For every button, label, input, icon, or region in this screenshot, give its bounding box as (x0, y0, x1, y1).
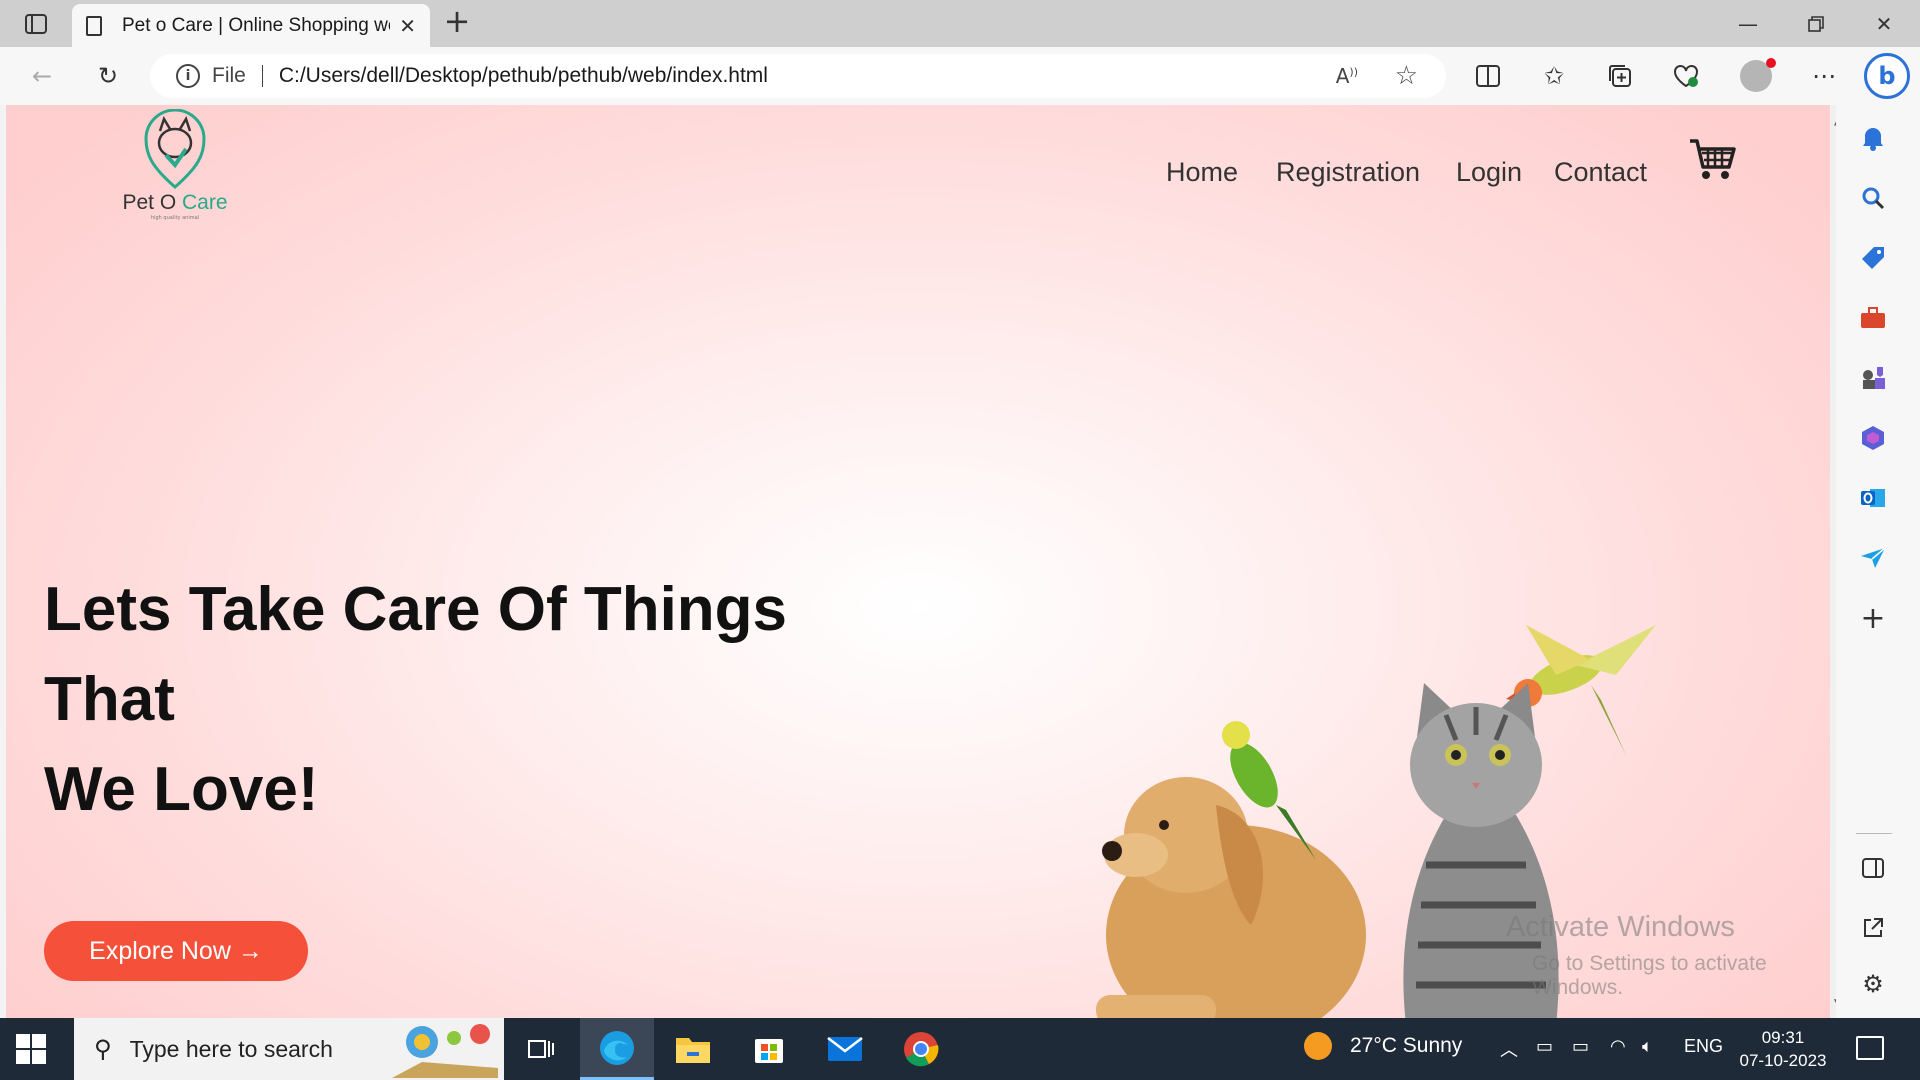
sidebar-divider (1856, 833, 1892, 834)
profile-avatar[interactable] (1740, 58, 1776, 92)
page-icon (86, 15, 102, 36)
close-tab-icon[interactable]: ✕ (399, 14, 416, 38)
language-indicator[interactable]: ENG (1684, 1036, 1723, 1057)
outlook-icon[interactable] (1856, 481, 1890, 515)
shopping-tag-icon[interactable] (1856, 241, 1890, 275)
system-clock[interactable]: 09:31 07-10-2023 (1728, 1026, 1838, 1072)
weather-widget[interactable]: 27°C Sunny (1304, 1032, 1462, 1060)
search-highlight-balloons-icon (392, 1024, 498, 1078)
send-icon[interactable] (1856, 541, 1890, 575)
hide-sidebar-icon[interactable] (1856, 851, 1890, 885)
show-hidden-icons-chevron-icon[interactable]: ︿ (1500, 1036, 1518, 1062)
close-window-button[interactable]: ✕ (1850, 0, 1918, 47)
mail-icon[interactable] (808, 1018, 882, 1080)
chrome-icon[interactable] (884, 1018, 958, 1080)
url-scheme: File (212, 64, 246, 87)
tab-actions-icon[interactable] (16, 8, 56, 40)
hero-line-3: We Love! (44, 755, 319, 824)
browser-toolbar: ← ↻ i File C:/Users/dell/Desktop/pethub/… (0, 47, 1920, 105)
back-button[interactable]: ← (24, 58, 60, 94)
hero-line-2: That (44, 665, 175, 734)
volume-icon[interactable]: 🔈︎ (1642, 1036, 1653, 1057)
site-logo[interactable]: Pet O Care high quality animal (110, 105, 240, 225)
search-icon[interactable] (1856, 181, 1890, 215)
new-tab-button[interactable]: + (440, 5, 474, 40)
notification-dot (1766, 58, 1776, 68)
puppy-illustration (1096, 777, 1366, 1018)
web-page: Pet O Care high quality animal Home Regi… (6, 105, 1832, 1018)
battery-icon[interactable]: ▭ (1572, 1036, 1589, 1057)
nav-login[interactable]: Login (1456, 157, 1522, 188)
hero-line-1: Lets Take Care Of Things (44, 575, 788, 644)
restore-button[interactable] (1782, 0, 1850, 47)
paw-heart-logo-icon (144, 109, 206, 189)
more-options-icon[interactable]: ⋯ (1806, 58, 1842, 94)
games-icon[interactable] (1856, 361, 1890, 395)
browser-tab[interactable]: Pet o Care | Online Shopping website ✕ (72, 4, 430, 47)
read-aloud-icon[interactable]: A)) (1336, 64, 1358, 88)
wifi-icon[interactable]: ◠ (1610, 1036, 1626, 1057)
settings-gear-icon[interactable]: ⚙ (1856, 967, 1890, 1001)
clock-date: 07-10-2023 (1739, 1051, 1827, 1070)
browser-essentials-icon[interactable] (1668, 58, 1704, 94)
info-icon[interactable]: i (176, 64, 200, 88)
notifications-bell-icon[interactable] (1856, 121, 1890, 155)
nav-home[interactable]: Home (1166, 157, 1238, 188)
edge-taskbar-icon[interactable] (580, 1018, 654, 1080)
nav-contact[interactable]: Contact (1554, 157, 1647, 188)
explore-now-button[interactable]: Explore Now → (44, 921, 308, 981)
address-bar[interactable]: i File C:/Users/dell/Desktop/pethub/peth… (150, 54, 1446, 98)
tools-briefcase-icon[interactable] (1856, 301, 1890, 335)
microsoft-store-icon[interactable] (732, 1018, 806, 1080)
brand-tagline: high quality animal (150, 215, 200, 221)
refresh-button[interactable]: ↻ (90, 58, 126, 94)
file-explorer-icon[interactable] (656, 1018, 730, 1080)
weather-text: 27°C Sunny (1350, 1034, 1463, 1057)
windows-taskbar: ⚲ Type here to search 27°C Sunny ︿ ▭ ▭ ◠… (0, 1018, 1920, 1080)
favorites-icon[interactable]: ✩ (1536, 58, 1572, 94)
split-screen-icon[interactable] (1470, 58, 1506, 94)
search-magnifier-icon: ⚲ (94, 1035, 112, 1063)
copilot-icon[interactable]: b (1864, 53, 1910, 99)
favorite-star-icon[interactable]: ☆ (1395, 61, 1418, 91)
microsoft-365-icon[interactable] (1856, 421, 1890, 455)
windows-start-icon[interactable] (16, 1034, 46, 1064)
taskbar-search-placeholder: Type here to search (129, 1035, 333, 1062)
task-view-icon[interactable] (504, 1018, 578, 1080)
edge-sidebar: + ⚙ (1836, 105, 1920, 1018)
meet-now-icon[interactable]: ▭ (1536, 1036, 1553, 1057)
clock-time: 09:31 (1761, 1028, 1805, 1047)
nav-registration[interactable]: Registration (1276, 157, 1420, 188)
open-external-icon[interactable] (1856, 911, 1890, 945)
add-sidebar-app-icon[interactable]: + (1856, 601, 1890, 636)
tab-title: Pet o Care | Online Shopping website (122, 14, 390, 36)
tab-bar: Pet o Care | Online Shopping website ✕ +… (0, 0, 1920, 47)
taskbar-search-box[interactable]: ⚲ Type here to search (74, 1018, 504, 1080)
action-center-icon[interactable] (1856, 1036, 1884, 1060)
url-separator (261, 65, 263, 87)
sun-icon (1304, 1032, 1332, 1060)
hero-heading: Lets Take Care Of Things That We Love! (44, 565, 787, 835)
brand-name: Pet O Care (122, 191, 228, 214)
collections-icon[interactable] (1602, 58, 1638, 94)
shopping-cart-icon[interactable] (1688, 135, 1736, 183)
watermark-subtitle: Go to Settings to activate Windows. (1532, 952, 1767, 999)
minimize-button[interactable]: — (1714, 0, 1782, 47)
url-text[interactable]: C:/Users/dell/Desktop/pethub/pethub/web/… (279, 64, 768, 88)
watermark-title: Activate Windows (1506, 911, 1735, 943)
activate-windows-watermark: Activate Windows Go to Settings to activ… (1506, 911, 1832, 1000)
